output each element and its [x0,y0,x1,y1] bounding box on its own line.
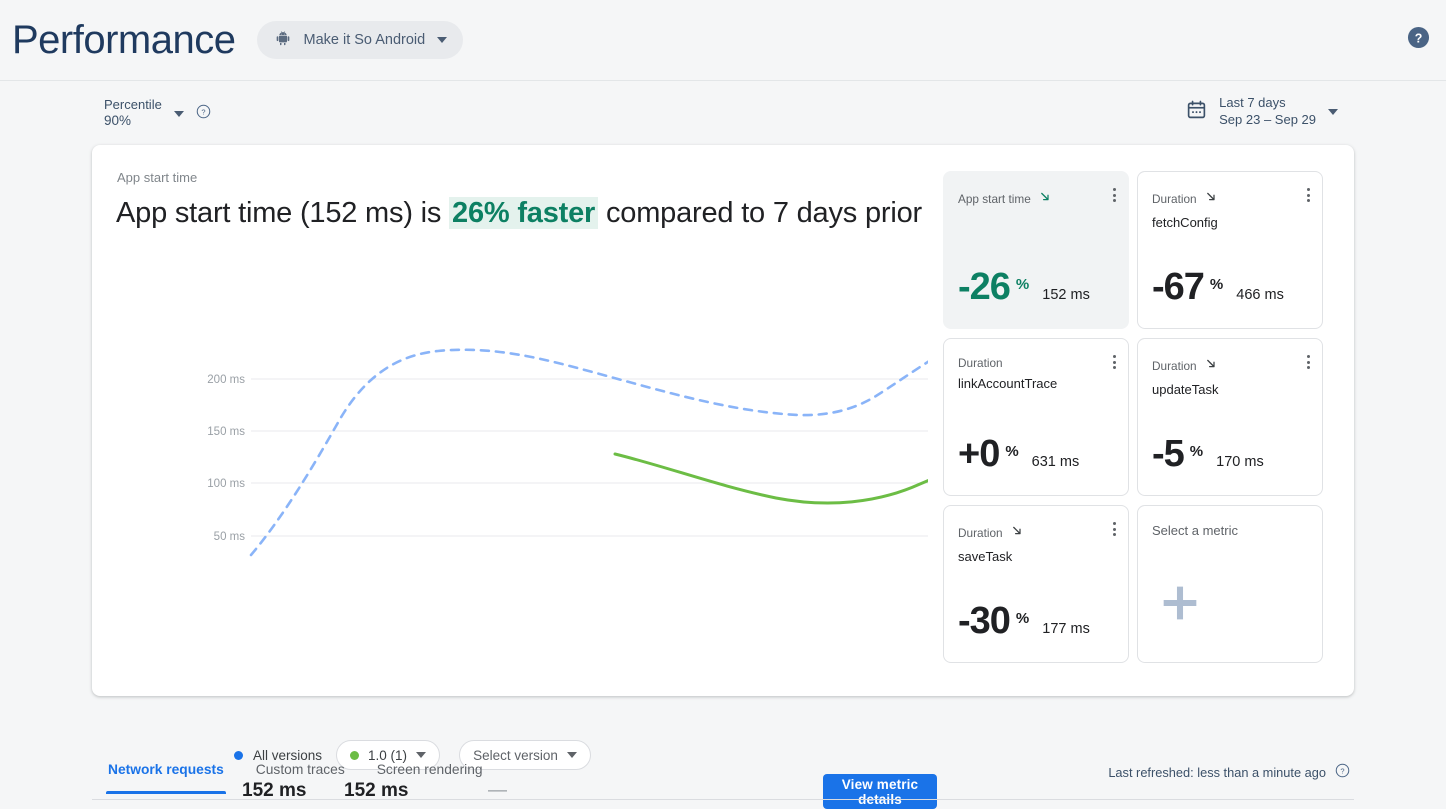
last-refreshed: Last refreshed: less than a minute ago ? [1108,763,1350,781]
plus-icon[interactable] [1152,575,1208,636]
more-vert-icon[interactable] [1113,355,1116,369]
tab-network-requests[interactable]: Network requests [92,752,240,794]
chevron-down-icon[interactable] [173,110,184,117]
tile-trace-name: saveTask [958,549,1013,564]
tile-percent: -26 [958,266,1011,308]
series-version-1-0-line [613,452,928,505]
trend-down-icon [1010,523,1025,543]
last-refreshed-text: Last refreshed: less than a minute ago [1108,764,1326,780]
add-metric-tile[interactable]: Select a metric [1137,505,1323,663]
metric-tiles: App start time -26 % 152 ms Duration fet… [943,171,1333,663]
y-tick-label: 150 ms [207,426,245,438]
help-circle-outline-icon[interactable]: ? [196,104,211,124]
calendar-icon [1186,99,1207,125]
tile-percent: -67 [1152,266,1205,308]
tile-type-label: Duration [1152,192,1197,206]
metric-tile-fetchconfig[interactable]: Duration fetchConfig -67 % 466 ms [1137,171,1323,329]
chart-y-tick-labels: 200 ms 150 ms 100 ms 50 ms [207,374,245,543]
tile-percent-symbol: % [1189,443,1204,460]
tile-value: 152 ms [1042,287,1090,303]
trend-down-icon [1204,356,1219,376]
y-tick-label: 200 ms [207,374,245,386]
tile-trace-name: fetchConfig [1152,215,1218,230]
tile-percent: -5 [1152,433,1185,475]
tile-percent: +0 [958,433,1000,475]
metric-tile-savetask[interactable]: Duration saveTask -30 % 177 ms [943,505,1129,663]
metric-tile-updatetask[interactable]: Duration updateTask -5 % 170 ms [1137,338,1323,496]
help-circle-outline-icon[interactable]: ? [1335,763,1350,781]
more-vert-icon[interactable] [1113,188,1116,202]
svg-text:?: ? [1340,766,1344,775]
date-range-value: Sep 23 – Sep 29 [1219,111,1316,127]
project-selector[interactable]: Make it So Android [257,21,464,59]
y-tick-label: 50 ms [214,531,246,543]
tile-percent-symbol: % [1015,276,1030,293]
page-title: Performance [12,18,236,62]
tile-percent-symbol: % [1005,443,1019,460]
metric-tile-app-start-time[interactable]: App start time -26 % 152 ms [943,171,1129,329]
tile-percent-symbol: % [1015,610,1030,627]
y-tick-label: 100 ms [207,478,245,490]
percentile-label: Percentile [104,97,162,112]
percentile-value: 90% [104,113,132,129]
project-name-label: Make it So Android [303,32,426,48]
more-vert-icon[interactable] [1307,355,1310,369]
tile-trace-name: linkAccountTrace [958,376,1058,391]
tile-percent: -30 [958,600,1011,642]
chart-panel: App start time App start time (152 ms) i… [92,145,937,809]
trend-down-icon [1038,189,1053,209]
tile-type-label: Duration [1152,359,1197,373]
svg-text:?: ? [1415,31,1423,45]
chart-svg: 200 ms 150 ms 100 ms 50 ms [207,348,928,557]
trend-down-icon [1204,189,1219,209]
svg-text:?: ? [201,107,205,116]
series-all-versions-line [249,348,928,557]
headline-highlight: 26% faster [449,197,599,229]
date-range-label: Last 7 days [1219,95,1286,110]
metric-kicker: App start time [117,170,198,185]
chart-gridlines [251,378,928,537]
tile-percent-symbol: % [1209,276,1224,293]
app-start-time-chart[interactable]: 200 ms 150 ms 100 ms 50 ms [108,305,928,565]
metric-overview-card: App start time App start time (152 ms) i… [92,145,1354,809]
tab-custom-traces[interactable]: Custom traces [240,752,361,794]
tile-type-label: Duration [958,526,1003,540]
more-vert-icon[interactable] [1113,522,1116,536]
percentile-selector[interactable]: Percentile 90% ? [104,97,211,130]
bottom-tab-bar: Network requests Custom traces Screen re… [0,752,1446,800]
tile-value: 466 ms [1236,287,1284,303]
add-metric-label: Select a metric [1152,523,1238,538]
tab-screen-rendering[interactable]: Screen rendering [361,752,499,794]
help-circle-icon[interactable]: ? [1407,26,1430,54]
tile-value: 631 ms [1031,454,1080,470]
tile-value: 177 ms [1042,621,1090,637]
chevron-down-icon [437,37,448,43]
tile-trace-name: updateTask [1152,382,1219,397]
date-range-selector[interactable]: Last 7 days Sep 23 – Sep 29 [1186,95,1338,128]
more-vert-icon[interactable] [1307,188,1310,202]
metric-tile-linkaccounttrace[interactable]: Duration linkAccountTrace +0 % 631 ms [943,338,1129,496]
headline: App start time (152 ms) is 26% faster co… [116,197,922,230]
chevron-down-icon [1328,108,1338,115]
android-icon [275,30,291,51]
headline-suffix: compared to 7 days prior [598,197,922,229]
app-header: Performance Make it So Android ? [0,0,1446,81]
tile-type-label: Duration [958,356,1003,370]
filter-bar: Percentile 90% ? Last 7 days Sep 23 – Se… [0,81,1446,145]
tile-value: 170 ms [1216,454,1264,470]
tile-type-label: App start time [958,192,1031,206]
headline-prefix: App start time (152 ms) is [116,197,450,229]
